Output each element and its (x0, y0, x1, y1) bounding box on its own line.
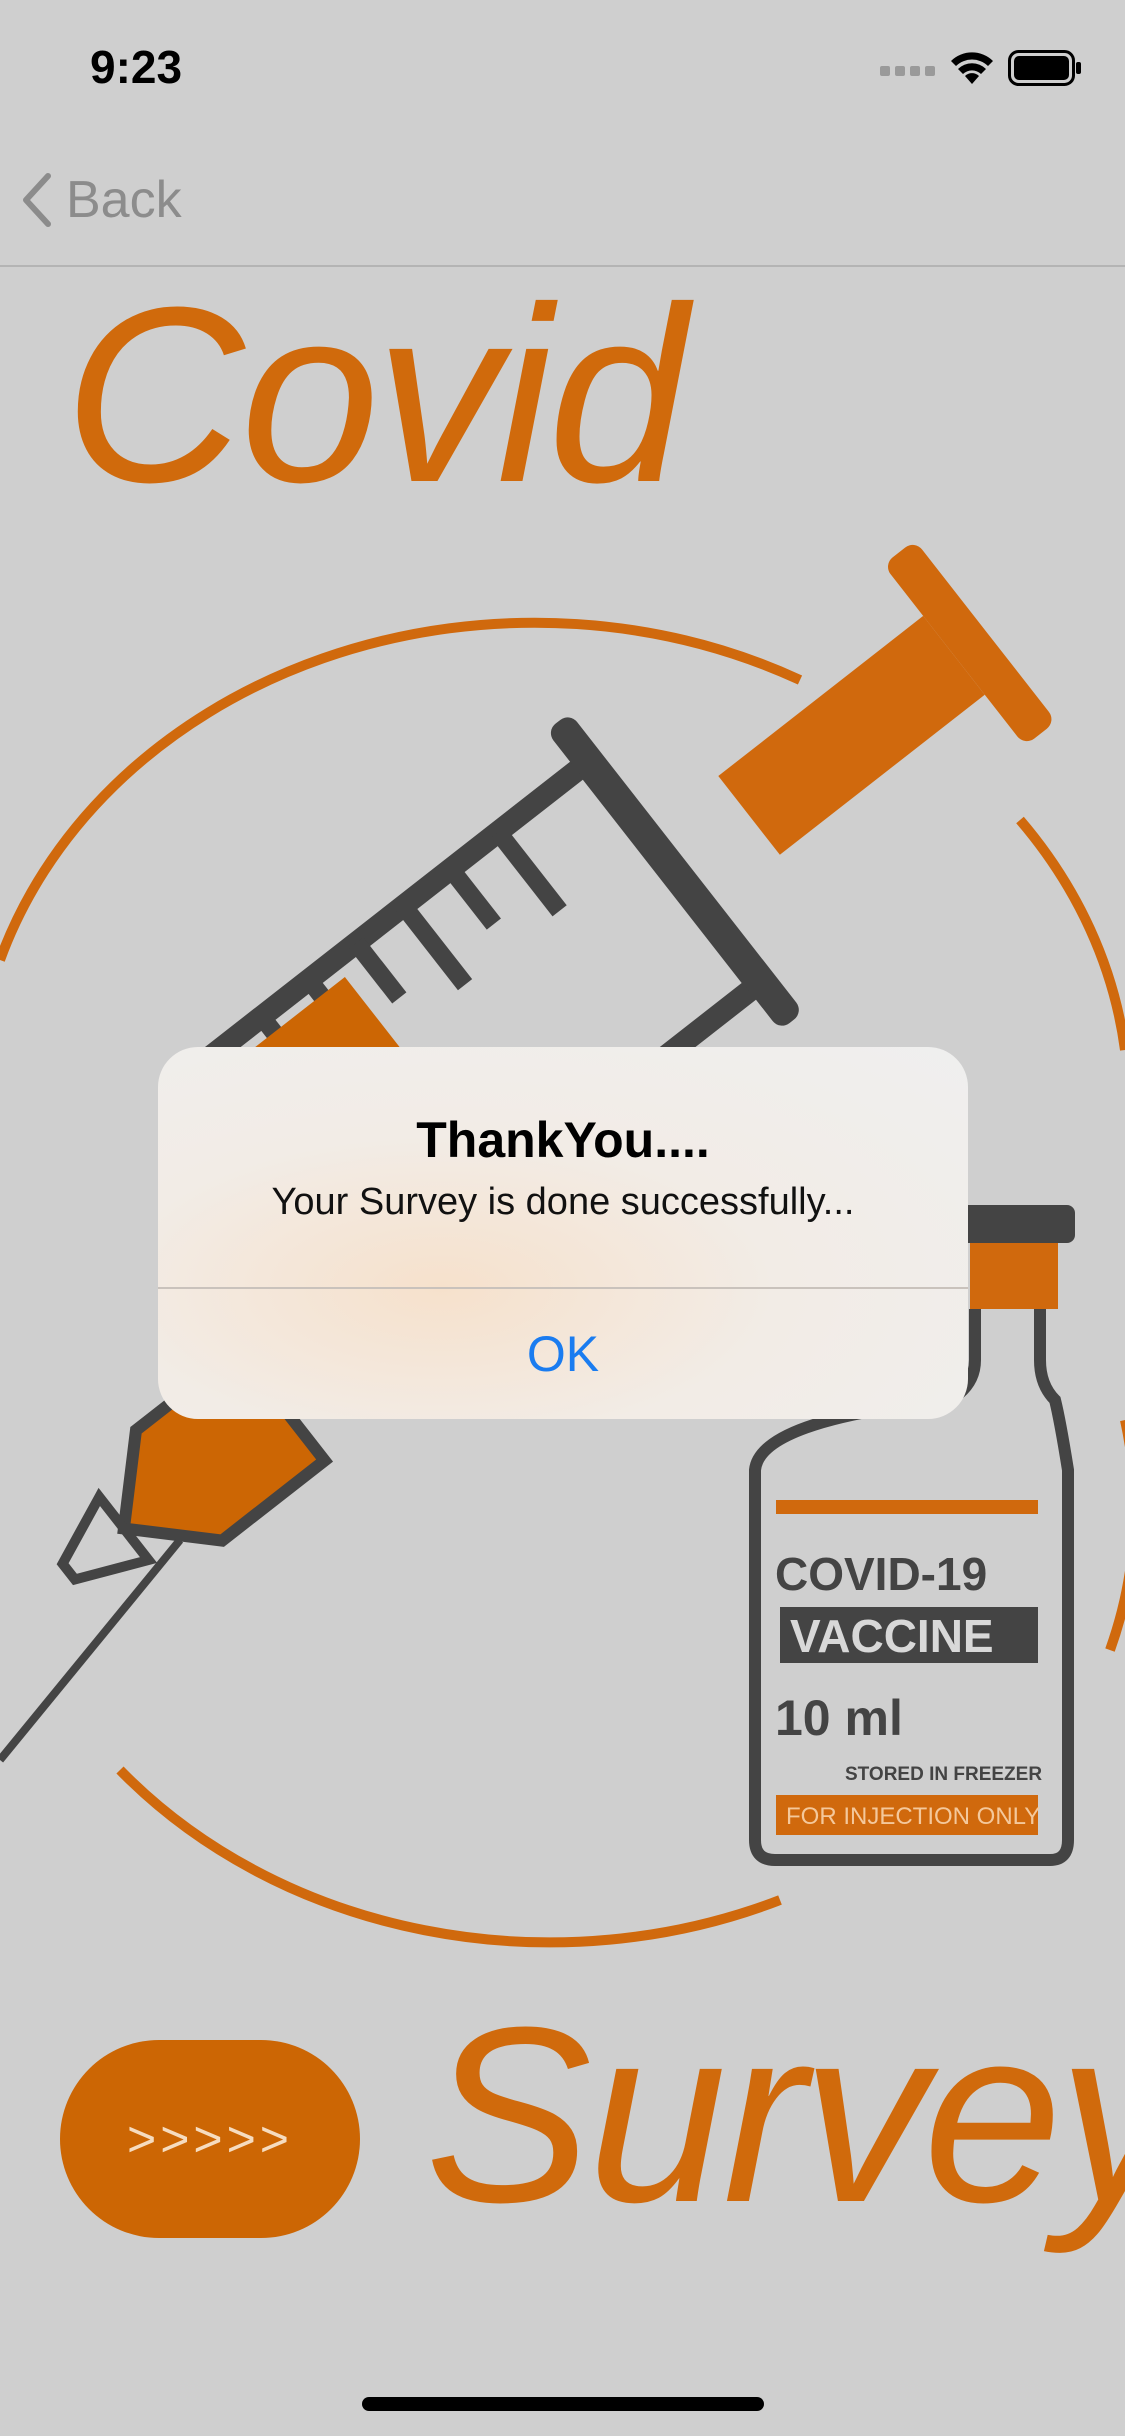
survey-title: Survey (425, 1975, 1125, 2254)
covid-title: Covid (64, 255, 687, 534)
next-button[interactable]: >>>>> (60, 2040, 360, 2238)
vial-storage: STORED IN FREEZER (845, 1764, 1042, 1785)
cellular-signal-icon (880, 66, 935, 76)
thank-you-alert: ThankYou.... Your Survey is done success… (158, 1047, 968, 1419)
alert-ok-button[interactable]: OK (158, 1289, 968, 1419)
status-time: 9:23 (90, 41, 183, 93)
home-indicator (362, 2397, 764, 2411)
battery-icon (1008, 50, 1081, 86)
survey-screen: 9:23 Back Covid COVID-19 VACCINE 10 ml S… (0, 0, 1125, 2436)
back-label: Back (66, 171, 182, 229)
vial-use: FOR INJECTION ONLY (786, 1803, 1040, 1830)
status-bar: 9:23 (0, 0, 1125, 135)
vial-label-line2: VACCINE (790, 1610, 994, 1662)
alert-title: ThankYou.... (416, 1112, 710, 1168)
vial-volume: 10 ml (775, 1690, 903, 1746)
vial-label-line1: COVID-19 (775, 1548, 987, 1600)
wifi-icon (951, 52, 993, 84)
chevron-left-icon (23, 173, 51, 227)
alert-message: Your Survey is done successfully... (271, 1181, 855, 1223)
back-button[interactable]: Back (22, 165, 182, 235)
navigation-bar: Back (0, 135, 1125, 267)
